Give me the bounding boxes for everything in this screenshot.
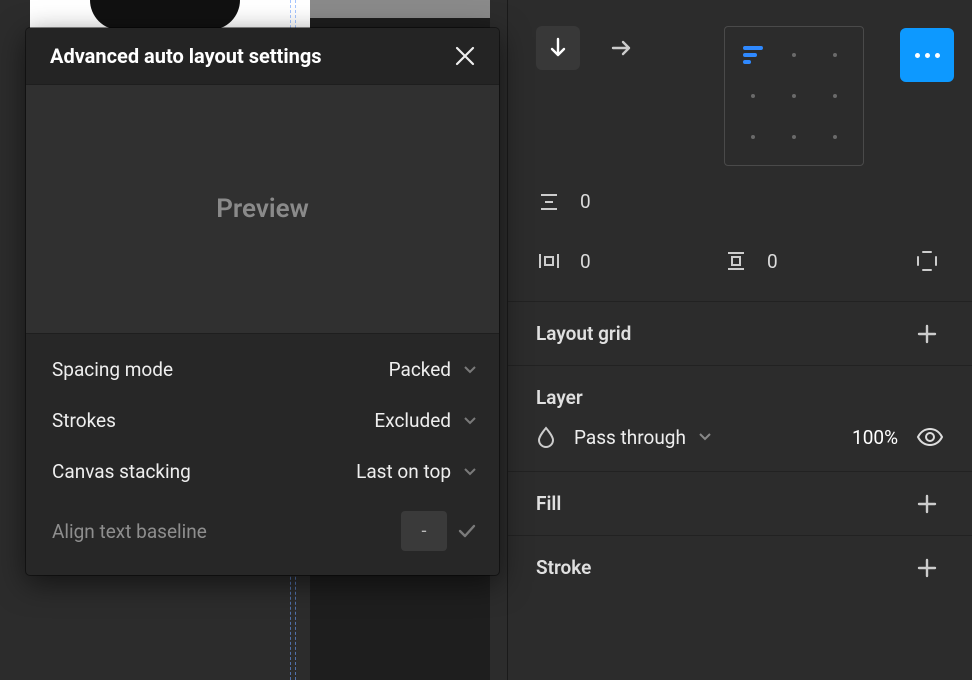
independent-sides-icon bbox=[915, 249, 939, 273]
layout-grid-title: Layout grid bbox=[536, 322, 631, 345]
align-text-baseline-row: Align text baseline - bbox=[52, 511, 477, 551]
opacity-value[interactable]: 100% bbox=[852, 426, 898, 449]
vertical-gap-value[interactable]: 0 bbox=[580, 190, 591, 213]
chevron-down-icon bbox=[463, 365, 477, 375]
layout-grid-section: Layout grid bbox=[508, 302, 972, 366]
vertical-gap-icon bbox=[536, 191, 562, 213]
align-bottom-center[interactable] bbox=[774, 116, 815, 157]
dialog-header: Advanced auto layout settings bbox=[26, 28, 499, 84]
preview-area: Preview bbox=[26, 84, 499, 334]
canvas-stacking-value: Last on top bbox=[356, 460, 451, 483]
strokes-value: Excluded bbox=[374, 409, 451, 432]
arrow-right-icon bbox=[610, 38, 634, 58]
strokes-dropdown[interactable]: Excluded bbox=[374, 409, 477, 432]
layer-section-header: Layer bbox=[508, 366, 972, 415]
eye-icon bbox=[916, 427, 944, 447]
preview-label: Preview bbox=[216, 194, 309, 224]
canvas-stacking-row: Canvas stacking Last on top bbox=[52, 460, 477, 483]
blend-mode-dropdown[interactable]: Pass through bbox=[574, 426, 712, 449]
add-fill-button[interactable] bbox=[916, 493, 944, 515]
stroke-title: Stroke bbox=[536, 556, 591, 579]
inspector-panel: 0 0 0 Layout grid bbox=[507, 0, 972, 680]
align-text-baseline-value: - bbox=[422, 521, 427, 542]
spacing-mode-dropdown[interactable]: Packed bbox=[389, 358, 477, 381]
direction-vertical-button[interactable] bbox=[536, 26, 580, 70]
visibility-toggle[interactable] bbox=[916, 427, 944, 447]
align-bottom-right[interactable] bbox=[814, 116, 855, 157]
add-layout-grid-button[interactable] bbox=[916, 323, 944, 345]
stroke-section: Stroke bbox=[508, 536, 972, 599]
chevron-down-icon bbox=[463, 467, 477, 477]
align-middle-left[interactable] bbox=[733, 76, 774, 117]
align-bottom-left[interactable] bbox=[733, 116, 774, 157]
add-stroke-button[interactable] bbox=[916, 557, 944, 579]
fill-section: Fill bbox=[508, 472, 972, 536]
align-text-baseline-check[interactable] bbox=[457, 523, 477, 539]
align-top-left[interactable] bbox=[733, 35, 774, 76]
spacing-mode-value: Packed bbox=[389, 358, 451, 381]
align-text-baseline-label: Align text baseline bbox=[52, 520, 207, 543]
canvas-stacking-dropdown[interactable]: Last on top bbox=[356, 460, 477, 483]
chevron-down-icon bbox=[698, 432, 712, 442]
canvas-stacking-label: Canvas stacking bbox=[52, 460, 191, 483]
alignment-grid[interactable] bbox=[724, 26, 864, 166]
advanced-autolayout-dialog: Advanced auto layout settings Preview Sp… bbox=[26, 28, 499, 575]
arrow-down-icon bbox=[548, 37, 568, 59]
align-top-right[interactable] bbox=[814, 35, 855, 76]
align-text-baseline-toggle[interactable]: - bbox=[401, 511, 447, 551]
chevron-down-icon bbox=[463, 416, 477, 426]
layer-title: Layer bbox=[536, 386, 583, 409]
fill-title: Fill bbox=[536, 492, 561, 515]
layer-section-body: Pass through 100% bbox=[508, 415, 972, 472]
strokes-label: Strokes bbox=[52, 409, 116, 432]
plus-icon bbox=[916, 557, 938, 579]
strokes-row: Strokes Excluded bbox=[52, 409, 477, 432]
plus-icon bbox=[916, 493, 938, 515]
blend-mode-value: Pass through bbox=[574, 426, 686, 449]
direction-horizontal-button[interactable] bbox=[600, 26, 644, 70]
blend-mode-icon bbox=[536, 425, 556, 449]
autolayout-section: 0 0 0 bbox=[508, 0, 972, 302]
plus-icon bbox=[916, 323, 938, 345]
independent-padding-button[interactable] bbox=[910, 243, 944, 279]
horizontal-padding-icon bbox=[536, 251, 562, 271]
dialog-title: Advanced auto layout settings bbox=[50, 44, 322, 68]
spacing-mode-row: Spacing mode Packed bbox=[52, 358, 477, 381]
check-icon bbox=[457, 523, 477, 539]
autolayout-more-button[interactable] bbox=[900, 28, 954, 82]
align-top-center[interactable] bbox=[774, 35, 815, 76]
vertical-padding-value[interactable]: 0 bbox=[767, 250, 778, 273]
horizontal-padding-value[interactable]: 0 bbox=[580, 250, 591, 273]
align-middle-center[interactable] bbox=[774, 76, 815, 117]
spacing-mode-label: Spacing mode bbox=[52, 358, 173, 381]
close-icon bbox=[453, 44, 477, 68]
close-button[interactable] bbox=[453, 44, 477, 68]
align-middle-right[interactable] bbox=[814, 76, 855, 117]
vertical-padding-icon bbox=[723, 250, 749, 272]
